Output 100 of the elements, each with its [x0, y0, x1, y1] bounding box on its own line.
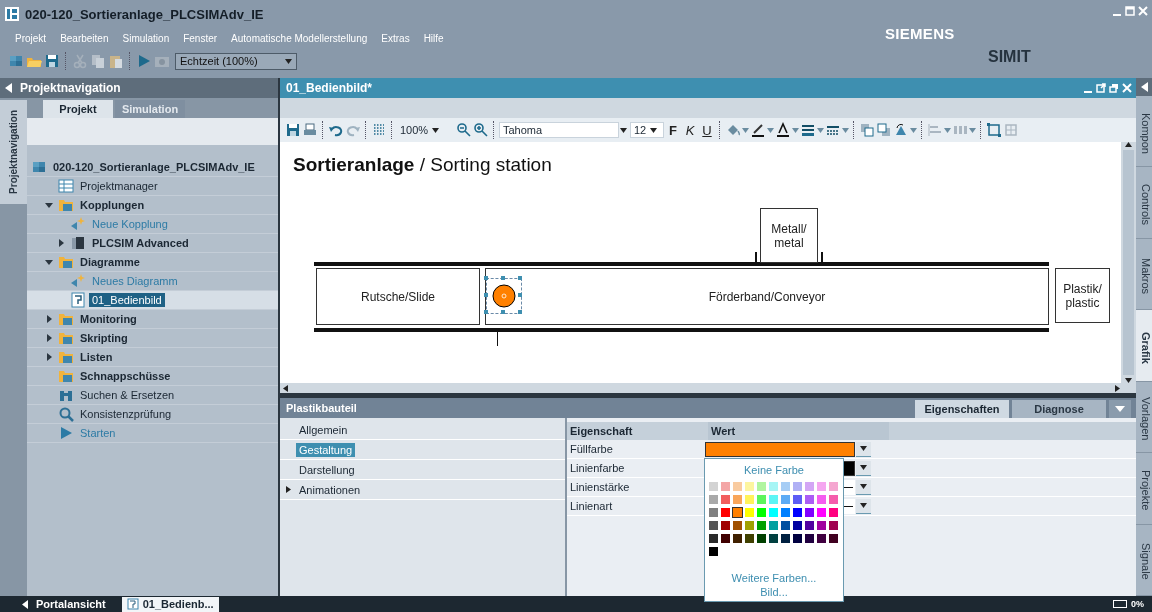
- side-tab[interactable]: Kompon: [1136, 96, 1152, 168]
- more-colors-link[interactable]: Weitere Farben...: [729, 571, 819, 585]
- restore-icon[interactable]: [1109, 83, 1119, 93]
- zoom-in-icon[interactable]: [473, 122, 489, 138]
- tree-item[interactable]: Monitoring: [77, 312, 140, 326]
- resize-handle[interactable]: [518, 310, 522, 314]
- station-box: Metall/ metal: [760, 208, 818, 263]
- expand-arrow-icon[interactable]: [57, 239, 65, 247]
- tree-item[interactable]: Diagramme: [77, 255, 143, 269]
- expand-arrow-icon[interactable]: [285, 486, 292, 493]
- italic-button[interactable]: K: [682, 122, 698, 138]
- tree-item[interactable]: Kopplungen: [77, 198, 148, 212]
- folder-icon: [58, 311, 74, 327]
- play-icon[interactable]: [136, 53, 152, 69]
- expand-arrow-icon[interactable]: [45, 201, 53, 209]
- resize-handle[interactable]: [484, 310, 488, 314]
- text-color-icon[interactable]: [775, 122, 791, 138]
- close-icon[interactable]: [1122, 83, 1132, 93]
- bring-to-front-icon[interactable]: [859, 122, 875, 138]
- tree-item[interactable]: PLCSIM Advanced: [89, 236, 192, 250]
- section-item[interactable]: Gestaltung: [296, 442, 356, 457]
- underline-button[interactable]: U: [699, 122, 715, 138]
- scroll-left-icon[interactable]: [283, 384, 288, 392]
- side-tab[interactable]: Projekte: [1136, 453, 1152, 525]
- open-editor-tab[interactable]: 01_Bedienb...: [121, 596, 219, 612]
- send-to-back-icon[interactable]: [876, 122, 892, 138]
- tree-item[interactable]: Suchen & Ersetzen: [77, 388, 178, 402]
- close-icon[interactable]: [1138, 6, 1148, 16]
- tree-item[interactable]: 01_Bedienbild: [89, 293, 165, 307]
- save-icon[interactable]: [44, 53, 60, 69]
- print-icon[interactable]: [302, 122, 318, 138]
- magnifier-icon: [58, 406, 74, 422]
- font-dropdown[interactable]: Tahoma: [499, 122, 619, 138]
- side-tab[interactable]: Projektnavigation: [0, 100, 27, 204]
- expand-arrow-icon[interactable]: [45, 334, 53, 342]
- tree-item[interactable]: Schnappschüsse: [77, 369, 174, 383]
- resize-handle[interactable]: [484, 293, 488, 297]
- font-size-dropdown[interactable]: 12: [630, 122, 664, 138]
- expand-arrow-icon[interactable]: [45, 353, 53, 361]
- dropdown-button[interactable]: [856, 479, 871, 495]
- tab[interactable]: Eigenschaften: [915, 400, 1009, 418]
- caret-icon[interactable]: [650, 127, 658, 133]
- resize-handle[interactable]: [501, 310, 505, 314]
- expand-arrow-icon[interactable]: [45, 315, 53, 323]
- portal-view-button[interactable]: Portalansicht: [20, 598, 108, 610]
- resize-handle[interactable]: [484, 276, 488, 280]
- line-sample-icon: [843, 504, 853, 508]
- vertical-scrollbar[interactable]: [1121, 142, 1136, 383]
- panel-menu-button[interactable]: [1109, 400, 1131, 418]
- rotate-icon[interactable]: [893, 122, 909, 138]
- line-width-icon[interactable]: [800, 122, 816, 138]
- brand-logo: SIEMENS: [884, 25, 956, 42]
- plastic-part[interactable]: [492, 284, 516, 308]
- section-item[interactable]: Allgemein: [296, 422, 351, 437]
- tree-item[interactable]: 020-120_Sortieranlage_PLCSIMAdv_IE: [50, 160, 258, 174]
- tree-item[interactable]: Skripting: [77, 331, 131, 345]
- caret-icon[interactable]: [620, 127, 627, 133]
- resize-handle[interactable]: [501, 276, 505, 280]
- collapse-icon[interactable]: [5, 83, 12, 93]
- collapse-button[interactable]: [1136, 78, 1152, 96]
- expand-arrow-icon[interactable]: [45, 258, 53, 266]
- side-tab[interactable]: Signale: [1136, 524, 1152, 596]
- dropdown-button[interactable]: [856, 498, 871, 514]
- side-tab[interactable]: Grafik: [1136, 310, 1152, 382]
- station-box: Plastik/ plastic: [1055, 268, 1110, 323]
- color-cell[interactable]: [732, 507, 743, 518]
- grid-icon[interactable]: [371, 122, 387, 138]
- copy-icon[interactable]: [90, 53, 106, 69]
- dropdown-button[interactable]: [856, 441, 871, 457]
- dropdown-button[interactable]: [856, 460, 871, 476]
- panel-title: Plastikbauteil: [285, 402, 357, 416]
- project-icon[interactable]: [8, 53, 24, 69]
- side-tab[interactable]: Vorlagen: [1136, 381, 1152, 454]
- resize-handle[interactable]: [518, 293, 522, 297]
- tab[interactable]: Diagnose: [1012, 400, 1106, 418]
- paste-icon[interactable]: [108, 53, 124, 69]
- save-icon[interactable]: [285, 122, 301, 138]
- undock-icon[interactable]: [1096, 83, 1106, 93]
- color-swatch[interactable]: [705, 441, 855, 457]
- side-tab[interactable]: Makros: [1136, 238, 1152, 311]
- maximize-icon[interactable]: [1125, 6, 1135, 16]
- scroll-right-icon[interactable]: [1115, 384, 1120, 392]
- tree-item[interactable]: Listen: [77, 350, 116, 364]
- pen-icon[interactable]: [750, 122, 766, 138]
- tab[interactable]: Projekt: [43, 100, 113, 118]
- section-item[interactable]: Animationen: [296, 482, 364, 497]
- horizontal-scrollbar[interactable]: [280, 383, 1136, 393]
- caret-icon[interactable]: [432, 127, 440, 133]
- image-link[interactable]: Bild...: [758, 585, 790, 599]
- no-color-link[interactable]: Keine Farbe: [742, 463, 806, 477]
- tree-item[interactable]: Projektmanager: [77, 179, 161, 193]
- bold-button[interactable]: F: [665, 122, 681, 138]
- zoom-out-icon[interactable]: [456, 122, 472, 138]
- section-item[interactable]: Darstellung: [296, 462, 358, 477]
- group-icon[interactable]: [986, 122, 1002, 138]
- side-tab[interactable]: Controls: [1136, 167, 1152, 239]
- resize-handle[interactable]: [518, 276, 522, 280]
- tree-item[interactable]: Konsistenzprüfung: [77, 407, 175, 421]
- caret-icon[interactable]: [285, 58, 292, 64]
- speed-dropdown[interactable]: Echtzeit (100%): [175, 52, 297, 70]
